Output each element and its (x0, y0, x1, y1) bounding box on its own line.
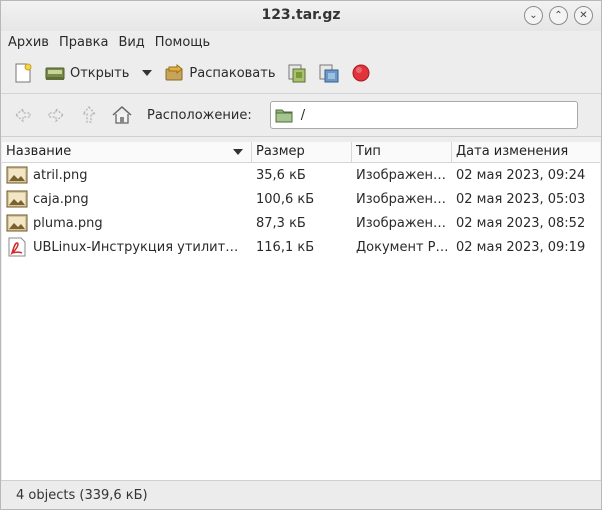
window-title: 123.tar.gz (261, 7, 341, 23)
column-size-label: Размер (256, 144, 305, 159)
menu-view[interactable]: Вид (114, 35, 148, 50)
maximize-button[interactable]: ⌃ (549, 6, 568, 25)
column-header-date[interactable]: Дата изменения (452, 142, 600, 162)
add-folder-button[interactable] (315, 57, 343, 89)
table-row[interactable]: caja.png 100,6 кБ Изображен… 02 мая 2023… (2, 187, 600, 211)
file-name: caja.png (33, 191, 89, 207)
forward-button[interactable] (42, 101, 70, 129)
add-folder-icon (319, 64, 339, 83)
file-type: Изображен… (356, 191, 447, 207)
image-file-icon (6, 214, 28, 232)
column-date-label: Дата изменения (456, 144, 569, 159)
new-document-icon (15, 63, 32, 83)
chevron-down-icon: ⌄ (529, 9, 538, 21)
file-date: 02 мая 2023, 05:03 (456, 191, 586, 207)
column-header-type[interactable]: Тип (352, 142, 452, 162)
file-size: 35,6 кБ (256, 167, 306, 183)
add-files-icon (288, 64, 306, 83)
sort-descending-icon (233, 149, 243, 155)
toolbar: Открыть Распаковать (1, 53, 601, 94)
file-type: Изображен… (356, 215, 447, 231)
column-type-label: Тип (356, 144, 381, 159)
status-bar: 4 objects (339,6 кБ) (1, 480, 601, 509)
file-type: Изображен… (356, 167, 447, 183)
back-button[interactable] (9, 101, 37, 129)
home-icon (112, 105, 132, 124)
extract-label: Распаковать (189, 65, 276, 81)
close-icon: ✕ (579, 9, 588, 21)
location-field[interactable]: / (269, 101, 578, 129)
image-file-icon (6, 166, 28, 184)
menu-help[interactable]: Помощь (151, 35, 214, 50)
file-list: Название Размер Тип Дата изменения atril… (2, 142, 600, 481)
image-file-icon (6, 190, 28, 208)
column-header-name[interactable]: Название (2, 142, 252, 162)
forward-arrow-icon (48, 107, 64, 123)
file-size: 87,3 кБ (256, 215, 306, 231)
chevron-up-icon: ⌃ (554, 9, 563, 21)
column-header-size[interactable]: Размер (252, 142, 352, 162)
file-date: 02 мая 2023, 08:52 (456, 215, 586, 231)
file-name: pluma.png (33, 215, 103, 231)
new-archive-button[interactable] (9, 57, 37, 89)
back-arrow-icon (15, 107, 31, 123)
location-label: Расположение: (147, 107, 252, 123)
up-button[interactable] (75, 101, 103, 129)
file-name: UBLinux-Инструкция утилит… (33, 239, 239, 255)
pdf-file-icon (8, 237, 26, 257)
close-button[interactable]: ✕ (574, 6, 593, 25)
add-files-button[interactable] (283, 57, 311, 89)
file-name: atril.png (33, 167, 88, 183)
extract-button[interactable]: Распаковать (160, 57, 278, 89)
minimize-button[interactable]: ⌄ (524, 6, 543, 25)
location-bar: Расположение: / (1, 94, 601, 137)
archive-manager-window: 123.tar.gz ⌄ ⌃ ✕ Архив Правка Вид Помощь (0, 0, 602, 510)
open-label: Открыть (70, 65, 130, 81)
file-date: 02 мая 2023, 09:24 (456, 167, 586, 183)
stop-icon (352, 64, 370, 82)
file-type: Документ P… (356, 239, 449, 255)
file-size: 116,1 кБ (256, 239, 315, 255)
status-text: 4 objects (339,6 кБ) (16, 487, 148, 503)
table-row[interactable]: atril.png 35,6 кБ Изображен… 02 мая 2023… (2, 163, 600, 187)
extract-icon (165, 63, 184, 81)
open-archive-icon (45, 67, 65, 80)
file-date: 02 мая 2023, 09:19 (456, 239, 586, 255)
menubar: Архив Правка Вид Помощь (1, 31, 601, 53)
menu-archive[interactable]: Архив (4, 35, 53, 50)
home-button[interactable] (108, 101, 136, 129)
column-name-label: Название (6, 144, 72, 159)
location-path: / (300, 107, 306, 123)
title-bar: 123.tar.gz ⌄ ⌃ ✕ (1, 1, 601, 31)
folder-icon (275, 109, 293, 123)
up-arrow-icon (81, 106, 97, 123)
open-button[interactable]: Открыть (41, 57, 132, 89)
file-size: 100,6 кБ (256, 191, 315, 207)
table-row[interactable]: UBLinux-Инструкция утилит… 116,1 кБ Доку… (2, 235, 600, 259)
open-dropdown-arrow[interactable] (142, 70, 153, 76)
file-list-header: Название Размер Тип Дата изменения (2, 142, 600, 163)
menu-edit[interactable]: Правка (55, 35, 112, 50)
table-row[interactable]: pluma.png 87,3 кБ Изображен… 02 мая 2023… (2, 211, 600, 235)
stop-button[interactable] (347, 57, 375, 89)
